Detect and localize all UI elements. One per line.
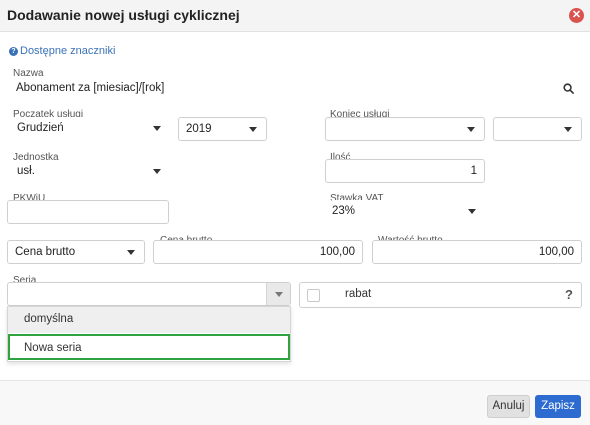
poczatek-year-value: 2019 [186,123,212,135]
price-type-select[interactable]: Cena brutto [7,240,145,264]
cena-brutto-input[interactable]: 100,00 [153,240,363,264]
seria-select[interactable] [7,282,291,306]
chevron-down-icon [468,209,476,214]
close-icon[interactable]: ✕ [569,8,584,23]
chevron-down-icon [153,169,161,174]
koniec-year-select[interactable] [493,117,582,141]
seria-dropdown-toggle[interactable] [266,283,290,305]
dialog-footer: Anuluj Zapisz [0,380,590,425]
seria-dropdown-list: domyślna Nowa seria [7,306,291,362]
cena-brutto-value: 100,00 [319,246,355,258]
rabat-checkbox[interactable] [307,289,320,302]
stawka-vat-select[interactable]: 23% [330,200,485,224]
chevron-down-icon [153,126,161,131]
poczatek-year-select[interactable]: 2019 [178,117,267,141]
nazwa-value: Abonament za [miesiac]/[rok] [16,82,165,94]
available-markers-label: Dostępne znaczniki [20,45,116,57]
wartosc-brutto-value: 100,00 [538,246,574,258]
rabat-field: rabat ? [299,282,582,308]
poczatek-month-value: Grudzień [17,122,64,134]
ilosc-value: 1 [470,165,477,177]
pkwiu-input[interactable] [7,200,169,224]
ilosc-input[interactable]: 1 [325,159,485,183]
price-type-value: Cena brutto [15,246,76,258]
help-icon: ? [9,47,18,56]
available-markers-link[interactable]: ? Dostępne znaczniki [9,45,115,57]
chevron-down-icon [467,127,475,132]
koniec-month-select[interactable] [325,117,485,141]
chevron-down-icon [564,127,572,132]
rabat-help-icon[interactable]: ? [565,287,573,302]
seria-option-new[interactable]: Nowa seria [8,334,290,360]
dialog-title: Dodawanie nowej usługi cyklicznej [7,7,240,23]
seria-option-default[interactable]: domyślna [8,307,290,333]
chevron-down-icon [249,127,257,132]
nazwa-input[interactable]: Abonament za [miesiac]/[rok] [7,77,582,101]
wartosc-brutto-input[interactable]: 100,00 [372,240,582,264]
jednostka-select[interactable]: usł. [10,160,170,184]
stawka-vat-value: 23% [332,205,356,217]
chevron-down-icon [275,292,283,297]
dialog-header: Dodawanie nowej usługi cyklicznej ✕ [0,0,590,32]
jednostka-value: usł. [17,165,35,177]
poczatek-month-select[interactable]: Grudzień [10,117,170,141]
cancel-button[interactable]: Anuluj [487,395,530,418]
rabat-label: rabat [345,288,372,300]
chevron-down-icon [127,250,135,255]
save-button[interactable]: Zapisz [535,395,581,418]
search-icon[interactable] [563,83,574,94]
